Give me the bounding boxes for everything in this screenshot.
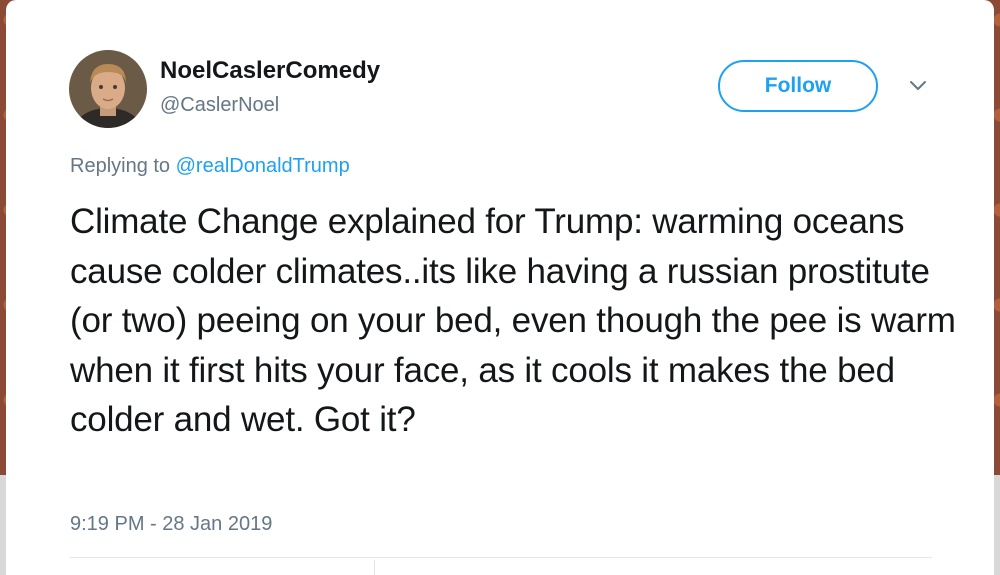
tweet-text: Climate Change explained for Trump: warm…	[70, 202, 956, 439]
user-handle[interactable]: @CaslerNoel	[160, 94, 279, 117]
follow-button[interactable]: Follow	[718, 60, 878, 112]
avatar-photo-icon	[69, 50, 147, 128]
divider	[70, 557, 932, 558]
tweet-card: NoelCaslerComedy @CaslerNoel Follow Repl…	[6, 0, 994, 575]
divider-vertical	[374, 560, 375, 575]
reply-context: Replying to @realDonaldTrump	[70, 155, 350, 178]
tweet-timestamp[interactable]: 9:19 PM - 28 Jan 2019	[70, 513, 272, 536]
chevron-down-icon[interactable]	[906, 76, 930, 96]
avatar[interactable]	[69, 50, 147, 128]
reply-mention-link[interactable]: @realDonaldTrump	[176, 155, 350, 177]
reply-prefix: Replying to	[70, 155, 176, 177]
display-name[interactable]: NoelCaslerComedy	[160, 57, 380, 85]
